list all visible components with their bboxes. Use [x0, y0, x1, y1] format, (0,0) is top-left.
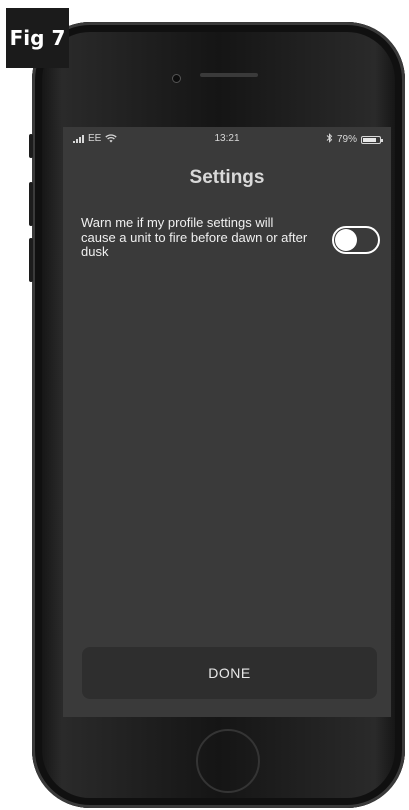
page-title: Settings	[189, 167, 265, 188]
volume-down-button	[29, 238, 33, 282]
battery-level	[363, 137, 376, 142]
bluetooth-icon	[326, 133, 333, 146]
app-screen: EE 13:21 79% Settings Warn me if my prof…	[63, 127, 391, 717]
done-button[interactable]: DONE	[82, 647, 377, 699]
status-bar: EE 13:21 79%	[63, 131, 391, 147]
toggle-knob	[335, 229, 357, 251]
mute-switch	[29, 134, 33, 158]
warning-setting-row: Warn me if my profile settings will caus…	[81, 215, 381, 276]
earpiece-speaker	[200, 73, 258, 77]
front-camera	[172, 74, 181, 83]
setting-description: Warn me if my profile settings will caus…	[81, 215, 308, 259]
volume-up-button	[29, 182, 33, 226]
battery-icon	[361, 135, 383, 144]
home-button[interactable]	[196, 729, 260, 793]
battery-percent: 79%	[336, 134, 357, 145]
warning-toggle[interactable]	[332, 226, 380, 254]
figure-label: Fig 7	[6, 8, 69, 68]
